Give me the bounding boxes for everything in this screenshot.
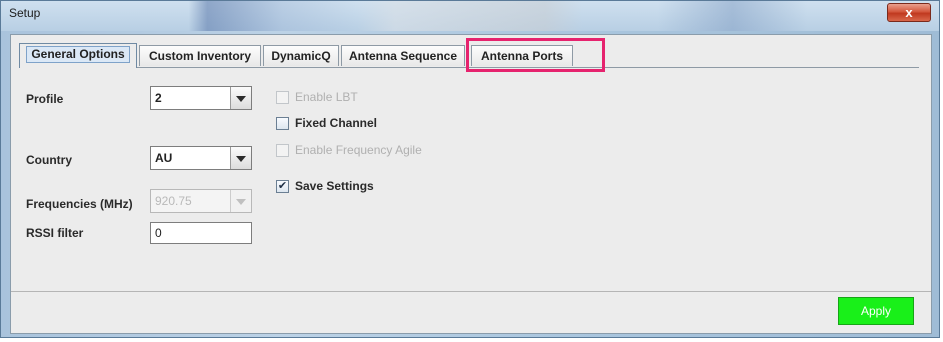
tab-label: General Options	[26, 46, 130, 63]
tab-label: Antenna Sequence	[348, 49, 458, 63]
fixed-channel-label: Fixed Channel	[295, 116, 378, 130]
save-settings-label: Save Settings	[295, 179, 374, 193]
setup-window: Setup x General Options Custom Inventory…	[0, 0, 940, 338]
checkbox-box[interactable]	[276, 117, 289, 130]
window-title: Setup	[9, 6, 41, 20]
frequencies-label: Frequencies (MHz)	[26, 197, 133, 211]
profile-dropdown[interactable]: 2	[150, 86, 252, 110]
country-label: Country	[26, 153, 72, 167]
rssi-filter-label: RSSI filter	[26, 226, 84, 240]
chevron-down-icon[interactable]	[230, 87, 251, 109]
country-value: AU	[155, 151, 173, 165]
tab-strip: General Options Custom Inventory Dynamic…	[19, 43, 919, 68]
close-icon: x	[905, 5, 913, 20]
checkbox-box	[276, 144, 289, 157]
checkbox-box	[276, 91, 289, 104]
tab-dynamicq[interactable]: DynamicQ	[263, 45, 339, 66]
tab-general-options[interactable]: General Options	[19, 43, 137, 68]
tab-antenna-sequence[interactable]: Antenna Sequence	[341, 45, 465, 66]
chevron-down-icon[interactable]	[230, 147, 251, 169]
tab-label: Antenna Ports	[480, 49, 563, 63]
enable-lbt-label: Enable LBT	[295, 90, 358, 104]
checkmark-icon[interactable]: ✔	[276, 180, 289, 193]
tab-label: Custom Inventory	[148, 49, 251, 63]
close-button[interactable]: x	[887, 3, 931, 22]
frequencies-value: 920.75	[155, 194, 192, 208]
chevron-down-icon	[230, 190, 251, 212]
profile-label: Profile	[26, 92, 64, 106]
country-dropdown[interactable]: AU	[150, 146, 252, 170]
frequencies-dropdown: 920.75	[150, 189, 252, 213]
enable-frequency-agile-label: Enable Frequency Agile	[295, 143, 422, 157]
content-panel: General Options Custom Inventory Dynamic…	[10, 34, 932, 334]
divider	[11, 291, 931, 292]
rssi-filter-input[interactable]: 0	[150, 222, 252, 244]
tab-antenna-ports[interactable]: Antenna Ports	[471, 45, 573, 66]
profile-value: 2	[155, 91, 162, 105]
tab-label: DynamicQ	[271, 49, 331, 63]
title-bar[interactable]: Setup x	[1, 1, 939, 31]
apply-button[interactable]: Apply	[838, 297, 914, 325]
tab-custom-inventory[interactable]: Custom Inventory	[139, 45, 261, 66]
